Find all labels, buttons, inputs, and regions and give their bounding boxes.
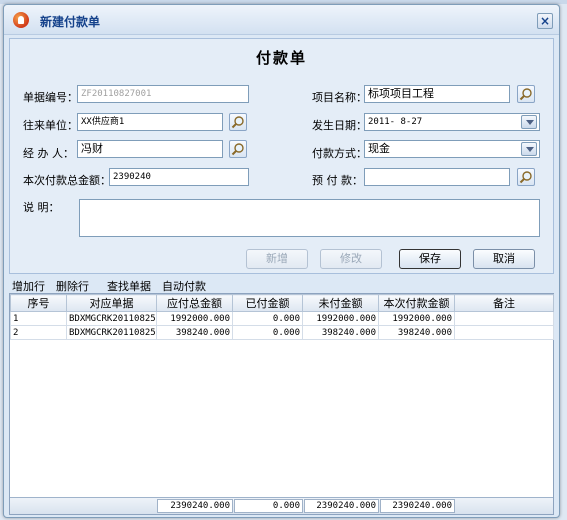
note-textarea[interactable] <box>79 199 540 237</box>
edit-button[interactable]: 修改 <box>320 249 382 269</box>
project-label: 项目名称： <box>312 91 367 104</box>
table-cell[interactable]: 398240.000 <box>378 325 455 340</box>
vendor-label: 往来单位： <box>23 119 78 132</box>
col-header[interactable]: 应付总金额 <box>156 294 233 312</box>
magnifier-icon <box>231 143 244 156</box>
table-row[interactable]: 1 BDXMGCRK20110825 1992000.000 0.000 199… <box>10 311 554 326</box>
date-label: 发生日期： <box>312 119 367 132</box>
table-cell[interactable]: BDXMGCRK20110825 <box>66 311 157 326</box>
add-row-button[interactable]: 增加行 <box>12 278 45 294</box>
total-payable: 2390240.000 <box>157 499 233 513</box>
table-header-row: 序号 对应单据 应付总金额 已付金额 未付金额 本次付款金额 备注 <box>10 294 554 312</box>
table-cell[interactable]: BDXMGCRK20110825 <box>66 325 157 340</box>
grid-toolbar: 增加行 删除行 查找单据 自动付款 <box>9 277 554 293</box>
table-cell[interactable]: 0.000 <box>232 325 303 340</box>
dialog-title: 新建付款单 <box>40 15 101 29</box>
col-header[interactable]: 本次付款金额 <box>378 294 455 312</box>
total-unpaid: 2390240.000 <box>304 499 379 513</box>
method-field[interactable]: 现金 <box>364 140 540 158</box>
handler-label: 经 办 人： <box>23 147 74 160</box>
payment-table: 序号 对应单据 应付总金额 已付金额 未付金额 本次付款金额 备注 1 BDXM… <box>10 294 554 340</box>
total-label: 本次付款总金额： <box>23 174 111 187</box>
app-icon <box>13 12 29 28</box>
find-doc-button[interactable]: 查找单据 <box>107 278 151 294</box>
table-cell[interactable]: 398240.000 <box>302 325 379 340</box>
table-cell[interactable]: 1992000.000 <box>378 311 455 326</box>
dialog-titlebar[interactable]: 新建付款单 × <box>4 5 559 35</box>
delete-row-button[interactable]: 删除行 <box>56 278 89 294</box>
magnifier-icon <box>519 88 532 101</box>
vendor-field[interactable]: XX供应商1 <box>77 113 223 131</box>
magnifier-icon <box>519 171 532 184</box>
close-icon[interactable]: × <box>537 13 553 29</box>
total-paid: 0.000 <box>234 499 303 513</box>
table-cell[interactable] <box>454 311 554 326</box>
col-header[interactable]: 未付金额 <box>302 294 379 312</box>
payment-dialog: 新建付款单 × 付款单 单据编号： ZF20110827001 项目名称： 标项… <box>3 4 560 518</box>
add-button[interactable]: 新增 <box>246 249 308 269</box>
handler-search-button[interactable] <box>229 140 247 158</box>
table-cell[interactable]: 2 <box>10 325 67 340</box>
date-field[interactable]: 2011- 8-27 <box>364 113 540 131</box>
table-cell[interactable]: 1992000.000 <box>302 311 379 326</box>
table-cell[interactable]: 1 <box>10 311 67 326</box>
dropdown-arrow-icon[interactable] <box>521 142 537 156</box>
prepay-field[interactable] <box>364 168 510 186</box>
col-header[interactable]: 备注 <box>454 294 554 312</box>
total-field[interactable]: 2390240 <box>109 168 249 186</box>
col-header[interactable]: 对应单据 <box>66 294 157 312</box>
table-cell[interactable]: 398240.000 <box>156 325 233 340</box>
form-heading: 付款单 <box>255 49 307 67</box>
magnifier-icon <box>231 116 244 129</box>
method-label: 付款方式： <box>312 147 367 160</box>
project-field[interactable]: 标项项目工程 <box>364 85 510 103</box>
col-header[interactable]: 已付金额 <box>232 294 303 312</box>
table-cell[interactable] <box>454 325 554 340</box>
totals-row: 2390240.000 0.000 2390240.000 2390240.00… <box>10 497 553 514</box>
form-panel: 付款单 单据编号： ZF20110827001 项目名称： 标项项目工程 往来单… <box>9 38 554 274</box>
doc-no-label: 单据编号： <box>23 91 78 104</box>
prepay-label: 预 付 款： <box>312 174 363 187</box>
save-button[interactable]: 保存 <box>399 249 461 269</box>
dropdown-arrow-icon[interactable] <box>521 115 537 129</box>
prepay-search-button[interactable] <box>517 168 535 186</box>
table-cell[interactable]: 0.000 <box>232 311 303 326</box>
payment-grid: 序号 对应单据 应付总金额 已付金额 未付金额 本次付款金额 备注 1 BDXM… <box>9 293 554 515</box>
table-row[interactable]: 2 BDXMGCRK20110825 398240.000 0.000 3982… <box>10 325 554 340</box>
auto-pay-button[interactable]: 自动付款 <box>162 278 206 294</box>
doc-no-field[interactable]: ZF20110827001 <box>77 85 249 103</box>
table-cell[interactable]: 1992000.000 <box>156 311 233 326</box>
total-this-payment: 2390240.000 <box>380 499 455 513</box>
project-search-button[interactable] <box>517 85 535 103</box>
note-label: 说 明： <box>23 201 60 214</box>
vendor-search-button[interactable] <box>229 113 247 131</box>
cancel-button[interactable]: 取消 <box>473 249 535 269</box>
col-header[interactable]: 序号 <box>10 294 67 312</box>
handler-field[interactable]: 冯财 <box>77 140 223 158</box>
